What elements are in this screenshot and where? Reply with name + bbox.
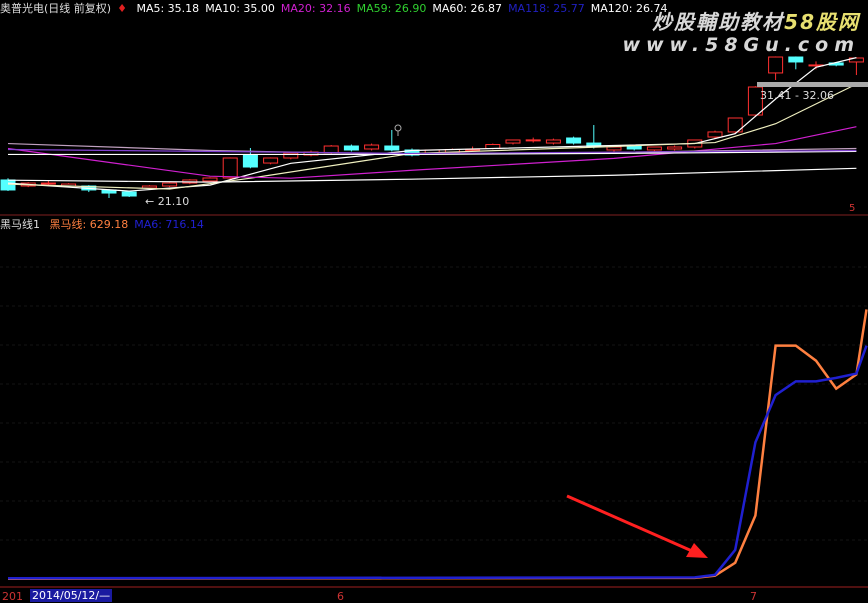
candle [343,144,359,152]
candle [404,148,420,157]
price-range-bar [757,82,868,87]
stock-chart [0,56,868,588]
axis-month-6: 6 [337,590,344,603]
indicator-grid [0,266,868,541]
candle [222,157,238,180]
candle [768,56,784,80]
ma-line-ma120 [7,167,857,183]
candle [566,136,582,145]
ma-legend-item: MA5: 35.18 [136,2,200,15]
indicator-lines [7,309,868,580]
candle [788,56,804,70]
candle [202,177,218,183]
indicator-name: 黑马线1 [0,218,40,231]
stock-title: 奥普光电(日线 前复权) [0,2,112,15]
candle [364,143,380,151]
candle [727,117,743,134]
candle [505,139,521,145]
candle [283,152,299,160]
diamond-icon: ♦ [117,2,127,15]
cursor-date: 2014/05/12/— [30,589,113,602]
heima-ma-line [7,345,868,580]
price-range-label: 31.41 - 32.06 [760,89,834,102]
ma-legend-item: MA60: 26.87 [432,2,503,15]
candle [303,150,319,157]
candle [121,191,137,197]
candle [808,61,824,70]
watermark-url: www.58Gu.com [622,34,860,56]
ma-legend-item: MA59: 26.90 [356,2,427,15]
signal-marker-icon [394,124,402,136]
candle [646,146,662,152]
low-price-label: ← 21.10 [145,195,190,208]
candle [545,138,561,145]
price-legend: 奥普光电(日线 前复权) ♦ MA5: 35.18 MA10: 35.00 MA20:… [0,2,680,16]
candle [263,157,279,165]
right-marker: 5 [849,203,856,214]
candle [586,125,602,149]
axis-start-label: 201 [2,590,23,603]
ma-legend-item: MA118: 25.77 [508,2,585,15]
indicator-legend-item: 黑马线: 629.18 [49,218,129,231]
indicator-legend-item: MA6: 716.14 [134,218,204,231]
red-arrow [566,494,708,558]
candle [848,57,864,76]
candle [667,145,683,151]
candle [525,137,541,143]
candlesticks [0,56,864,198]
ma-legend-item: MA20: 32.16 [280,2,351,15]
ma-legend-item: MA10: 35.00 [205,2,275,15]
candle [384,129,400,152]
watermark: 炒股輔助教材58股网 [652,10,860,34]
axis-month-7: 7 [750,590,757,603]
candle [162,182,178,188]
ma-line-ma10 [7,83,857,190]
indicator-legend: 黑马线1 黑马线: 629.18 MA6: 716.14 [0,218,216,232]
